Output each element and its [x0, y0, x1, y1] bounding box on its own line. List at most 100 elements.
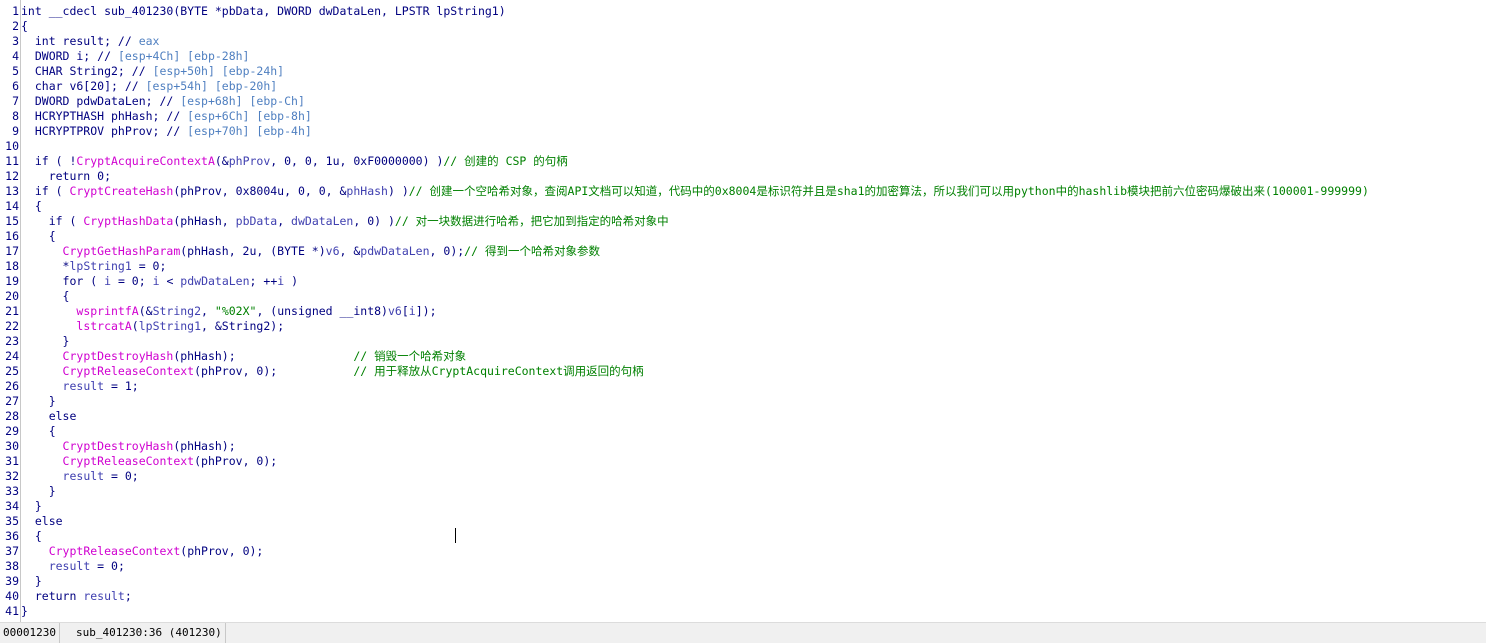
function-name[interactable]: wsprintfA	[76, 304, 138, 318]
code-line[interactable]: }	[21, 484, 1369, 499]
code-text: if (	[21, 214, 84, 228]
variable-name[interactable]: i	[104, 274, 111, 288]
line-number: 3	[12, 34, 19, 48]
code-line[interactable]: char v6[20]; // [esp+54h] [ebp-20h]	[21, 79, 1369, 94]
code-text: char v6[20]; //	[21, 79, 146, 93]
code-text: int result; //	[21, 34, 139, 48]
code-line[interactable]: HCRYPTPROV phProv; // [esp+70h] [ebp-4h]	[21, 124, 1369, 139]
line-number: 38	[5, 559, 19, 573]
code-text: {	[21, 424, 56, 438]
line-number: 12	[5, 169, 19, 183]
function-name[interactable]: CryptReleaseContext	[49, 544, 181, 558]
code-line[interactable]: result = 0;	[21, 469, 1369, 484]
code-line[interactable]: lstrcatA(lpString1, &String2);	[21, 319, 1369, 334]
code-text: (	[131, 319, 139, 333]
code-line[interactable]: else	[21, 514, 1369, 529]
code-line[interactable]: CryptDestroyHash(phHash);	[21, 439, 1369, 454]
code-line[interactable]: CryptGetHashParam(phHash, 2u, (BYTE *)v6…	[21, 244, 1369, 259]
function-name[interactable]: CryptReleaseContext	[63, 454, 195, 468]
line-number: 19	[5, 274, 19, 288]
line-number: 28	[5, 409, 19, 423]
code-line[interactable]: }	[21, 394, 1369, 409]
code-line[interactable]: return 0;	[21, 169, 1369, 184]
variable-name[interactable]: i	[153, 274, 160, 288]
function-name[interactable]: CryptDestroyHash	[63, 349, 174, 363]
function-name[interactable]: CryptAcquireContextA	[76, 154, 214, 168]
code-line[interactable]: {	[21, 229, 1369, 244]
code-line[interactable]: *lpString1 = 0;	[21, 259, 1369, 274]
function-name[interactable]: CryptHashData	[83, 214, 173, 228]
code-text: return 0;	[21, 169, 112, 183]
variable-name[interactable]: phProv	[229, 154, 271, 168]
code-text: = 0;	[131, 259, 167, 273]
code-line[interactable]: DWORD i; // [esp+4Ch] [ebp-28h]	[21, 49, 1369, 64]
code-text: = 0;	[104, 469, 139, 483]
code-line[interactable]: }	[21, 604, 1369, 619]
line-number: 7	[12, 94, 19, 108]
code-line[interactable]: CryptDestroyHash(phHash); // 销毁一个哈希对象	[21, 349, 1369, 364]
code-line[interactable]: result = 0;	[21, 559, 1369, 574]
code-line[interactable]: }	[21, 499, 1369, 514]
code-line[interactable]: CryptReleaseContext(phProv, 0);	[21, 544, 1369, 559]
line-number: 26	[5, 379, 19, 393]
line-number: 16	[5, 229, 19, 243]
variable-name[interactable]: v6	[388, 304, 402, 318]
variable-name[interactable]: result	[63, 379, 105, 393]
code-line[interactable]: if ( CryptHashData(phHash, pbData, dwDat…	[21, 214, 1369, 229]
code-line[interactable]: for ( i = 0; i < pdwDataLen; ++i )	[21, 274, 1369, 289]
variable-name[interactable]: result	[49, 559, 91, 573]
code-line[interactable]: if ( CryptCreateHash(phProv, 0x8004u, 0,…	[21, 184, 1369, 199]
code-line[interactable]: CHAR String2; // [esp+50h] [ebp-24h]	[21, 64, 1369, 79]
variable-name[interactable]: result	[83, 589, 125, 603]
variable-name[interactable]: result	[63, 469, 105, 483]
code-line[interactable]: CryptReleaseContext(phProv, 0); // 用于释放从…	[21, 364, 1369, 379]
code-line[interactable]: result = 1;	[21, 379, 1369, 394]
code-text: ,	[201, 304, 215, 318]
register-comment: [esp+54h] [ebp-20h]	[145, 79, 278, 93]
variable-name[interactable]: lpString1	[139, 319, 201, 333]
code-line[interactable]: DWORD pdwDataLen; // [esp+68h] [ebp-Ch]	[21, 94, 1369, 109]
line-number: 6	[12, 79, 19, 93]
variable-name[interactable]: phHash	[346, 184, 388, 198]
variable-name[interactable]: v6	[326, 244, 340, 258]
code-area[interactable]: int __cdecl sub_401230(BYTE *pbData, DWO…	[21, 4, 1369, 619]
variable-name[interactable]: String2	[153, 304, 201, 318]
code-line[interactable]: else	[21, 409, 1369, 424]
function-name[interactable]: CryptCreateHash	[69, 184, 173, 198]
function-name[interactable]: CryptDestroyHash	[63, 439, 174, 453]
function-name[interactable]: lstrcatA	[76, 319, 131, 333]
code-text: , 0);	[429, 244, 465, 258]
code-line[interactable]: CryptReleaseContext(phProv, 0);	[21, 454, 1369, 469]
code-line[interactable]: }	[21, 574, 1369, 589]
pseudocode-view[interactable]: 1 2 3 4 5 6 7 8 9 10 11 12 13 14 15 16 17 18 19 20 21 22 23 24 2…	[0, 0, 1486, 622]
variable-name[interactable]: dwDataLen	[291, 214, 353, 228]
code-line[interactable]: wsprintfA(&String2, "%02X", (unsigned __…	[21, 304, 1369, 319]
variable-name[interactable]: lpString1	[69, 259, 131, 273]
code-line[interactable]: int __cdecl sub_401230(BYTE *pbData, DWO…	[21, 4, 1369, 19]
code-line[interactable]: }	[21, 334, 1369, 349]
status-bar: 00001230 sub_401230:36 (401230)	[0, 622, 1486, 643]
variable-name[interactable]: pbData	[236, 214, 278, 228]
variable-name[interactable]: i	[409, 304, 416, 318]
code-line[interactable]: {	[21, 529, 1369, 544]
code-line[interactable]: {	[21, 199, 1369, 214]
code-line[interactable]: int result; // eax	[21, 34, 1369, 49]
code-line[interactable]: {	[21, 424, 1369, 439]
function-name[interactable]: CryptGetHashParam	[63, 244, 181, 258]
code-line[interactable]: {	[21, 19, 1369, 34]
code-text: ) )	[387, 184, 409, 198]
code-line[interactable]: return result;	[21, 589, 1369, 604]
variable-name[interactable]: pdwDataLen	[360, 244, 429, 258]
code-text: (phHash, 2u, (BYTE *)	[180, 244, 326, 258]
code-text: , &String2);	[201, 319, 285, 333]
code-line[interactable]: if ( !CryptAcquireContextA(&phProv, 0, 0…	[21, 154, 1369, 169]
function-name[interactable]: CryptReleaseContext	[63, 364, 195, 378]
code-line[interactable]	[21, 139, 1369, 154]
variable-name[interactable]: pdwDataLen	[180, 274, 249, 288]
code-line[interactable]: {	[21, 289, 1369, 304]
code-line[interactable]: HCRYPTHASH phHash; // [esp+6Ch] [ebp-8h]	[21, 109, 1369, 124]
line-number: 11	[5, 154, 19, 168]
line-number: 29	[5, 424, 19, 438]
